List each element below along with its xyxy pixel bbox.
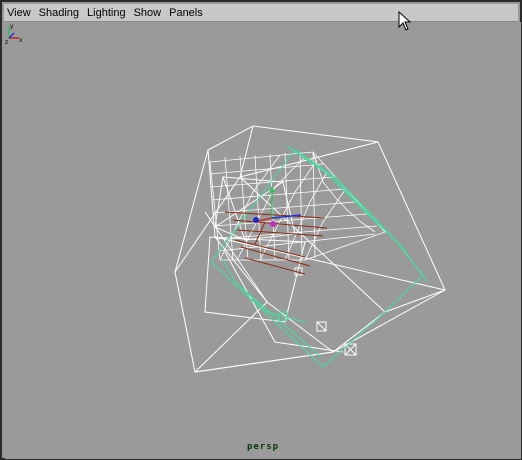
- menu-show[interactable]: Show: [134, 7, 162, 19]
- view-axis-icon: y x z: [5, 23, 23, 44]
- 3d-viewport[interactable]: y x z persp: [5, 22, 521, 459]
- arrow-cursor-icon: [398, 11, 412, 31]
- menu-lighting[interactable]: Lighting: [87, 7, 126, 19]
- viewport-panel: View Shading Lighting Show Panels y x z …: [0, 0, 522, 460]
- axis-z-label: z: [5, 39, 8, 44]
- menu-view[interactable]: View: [7, 7, 31, 19]
- scene-wireframe: [174, 125, 446, 373]
- menu-shading[interactable]: Shading: [39, 7, 79, 19]
- panel-menubar: View Shading Lighting Show Panels: [4, 4, 518, 22]
- axis-y-label: y: [10, 23, 14, 30]
- camera-label: persp: [246, 442, 280, 452]
- menu-panels[interactable]: Panels: [169, 7, 203, 19]
- axis-x-label: x: [19, 37, 23, 44]
